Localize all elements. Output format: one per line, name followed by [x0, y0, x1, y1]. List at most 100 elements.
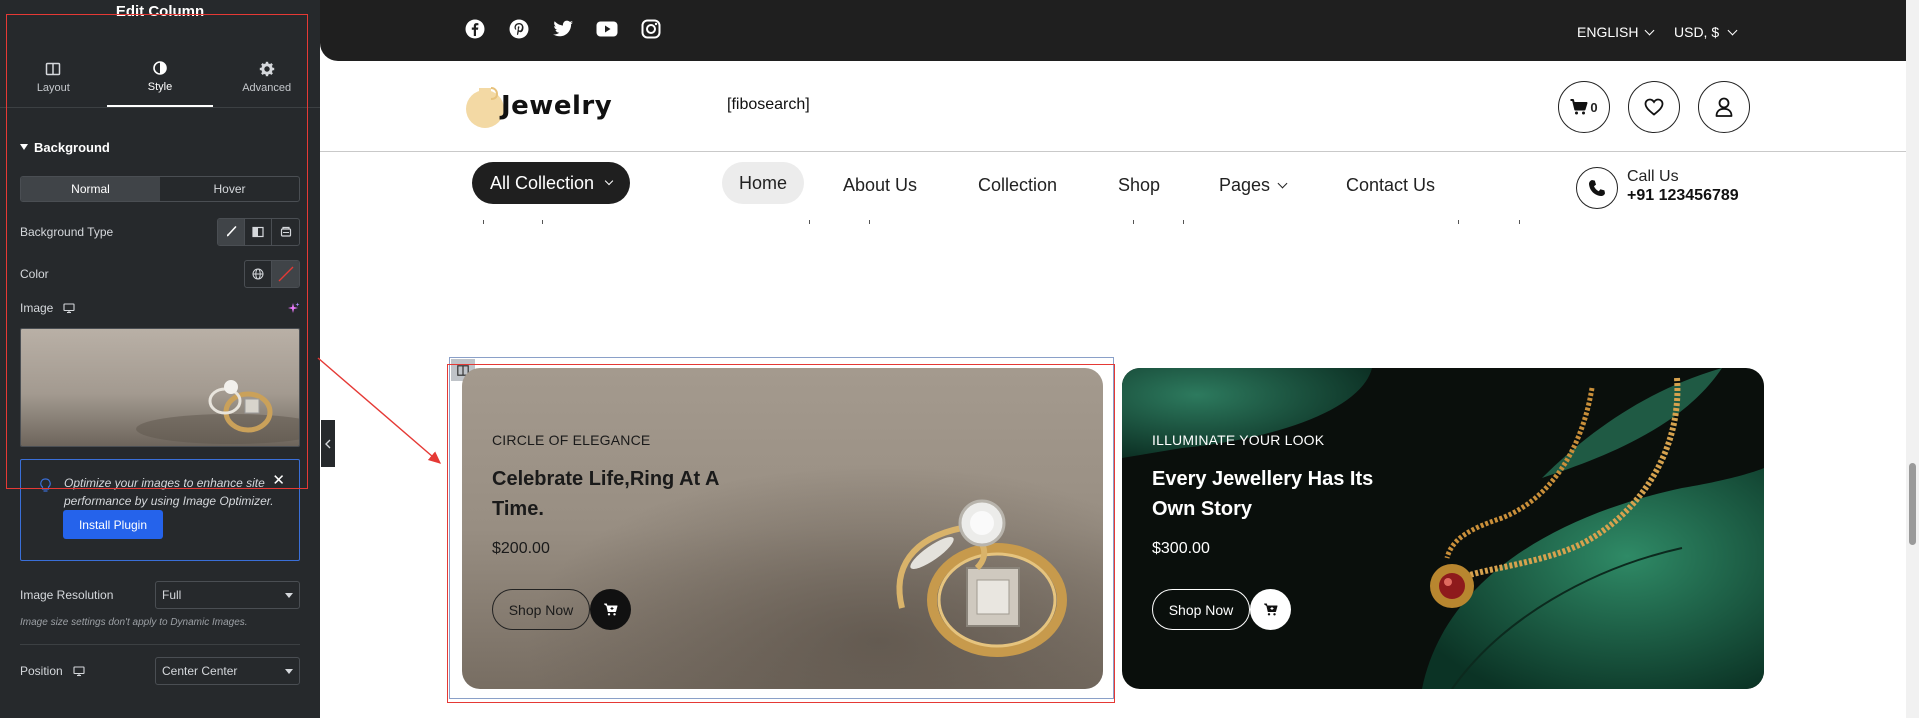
site-topbar: ENGLISH USD, $ — [320, 0, 1906, 61]
color-controls — [244, 260, 300, 288]
image-resolution-select[interactable]: Full — [155, 581, 300, 609]
heart-icon — [1644, 98, 1664, 116]
image-resolution-value: Full — [162, 588, 182, 602]
globe-icon[interactable] — [245, 261, 272, 287]
nav-link-about-us[interactable]: About Us — [843, 166, 917, 204]
banner-price: $200.00 — [492, 540, 550, 557]
normal-state-button[interactable]: Normal — [21, 177, 160, 201]
position-label: Position — [20, 664, 63, 678]
banner-price: $300.00 — [1152, 540, 1210, 557]
resolution-note: Image size settings don't apply to Dynam… — [20, 617, 248, 628]
background-type-options — [217, 218, 300, 246]
site-logo[interactable]: Jewelry — [465, 82, 612, 130]
state-toggle: Normal Hover — [20, 176, 300, 202]
nav-link-home[interactable]: Home — [722, 162, 804, 204]
instagram-icon[interactable] — [640, 18, 662, 40]
twitter-icon[interactable] — [552, 18, 574, 40]
chevron-down-icon — [1645, 25, 1655, 35]
panel-title: Edit Column — [115, 2, 205, 20]
nav-link-pages-label: Pages — [1219, 174, 1271, 195]
position-select[interactable]: Center Center — [155, 657, 300, 685]
banner-kicker: CIRCLE OF ELEGANCE — [492, 432, 651, 448]
phone-icon[interactable] — [1576, 167, 1618, 209]
call-us-number[interactable]: +91 123456789 — [1627, 187, 1739, 205]
tick-mark — [542, 220, 543, 224]
cart-button[interactable]: 0 — [1558, 81, 1610, 133]
style-icon — [152, 60, 168, 76]
background-type-label: Background Type — [20, 225, 114, 239]
call-us-label: Call Us — [1627, 168, 1679, 185]
scroll-thumb[interactable] — [1909, 463, 1916, 545]
all-collection-label: All Collection — [489, 172, 595, 193]
tab-layout-label: Layout — [36, 82, 70, 94]
banner-necklace: ILLUMINATE YOUR LOOK Every Jewellery Has… — [1122, 368, 1764, 689]
tab-advanced[interactable]: Advanced — [213, 48, 320, 107]
caret-down-icon — [20, 144, 28, 150]
image-resolution-label: Image Resolution — [20, 588, 114, 602]
cart-count: 0 — [1590, 99, 1598, 115]
slideshow-icon[interactable] — [272, 219, 299, 245]
screen: Edit Column Layout Style Advanced Backgr… — [0, 0, 1919, 718]
tick-mark — [869, 220, 870, 224]
chevron-down-icon — [604, 176, 614, 186]
logo-text: Jewelry — [501, 91, 613, 121]
color-label: Color — [20, 267, 49, 281]
gradient-icon[interactable] — [245, 219, 272, 245]
tick-mark — [1183, 220, 1184, 224]
banner-kicker: ILLUMINATE YOUR LOOK — [1152, 432, 1325, 448]
pinterest-icon[interactable] — [508, 18, 530, 40]
lightbulb-icon — [39, 478, 52, 493]
banner-title: Celebrate Life,Ring At A Time. — [492, 468, 719, 520]
collapse-panel-handle[interactable] — [321, 420, 335, 467]
install-plugin-button[interactable]: Install Plugin — [63, 510, 163, 539]
image-preview[interactable] — [20, 328, 300, 447]
panel-header: Edit Column — [0, 0, 320, 48]
optimizer-notice: Optimize your images to enhance site per… — [20, 459, 300, 561]
tab-advanced-label: Advanced — [242, 82, 292, 94]
nav-ticks — [320, 220, 1906, 226]
search-shortcode[interactable]: [fibosearch] — [727, 96, 810, 114]
nav-link-pages[interactable]: Pages — [1219, 166, 1288, 204]
youtube-icon[interactable] — [596, 18, 618, 40]
site-header: Jewelry [fibosearch] 0 — [320, 61, 1906, 152]
color-swatch[interactable] — [272, 261, 299, 287]
add-to-cart-button[interactable] — [1250, 589, 1291, 630]
image-row: Image — [0, 296, 320, 320]
desktop-icon[interactable] — [63, 302, 75, 314]
notice-text: Optimize your images to enhance site per… — [64, 476, 274, 508]
page-scrollbar[interactable] — [1906, 0, 1919, 718]
ai-sparkle-icon[interactable] — [287, 302, 300, 315]
close-icon[interactable]: ✕ — [272, 472, 285, 490]
background-section-toggle[interactable]: Background — [0, 126, 320, 168]
language-selector[interactable]: ENGLISH — [1577, 24, 1655, 40]
shop-now-button[interactable]: Shop Now — [1152, 589, 1250, 630]
tick-mark — [1519, 220, 1520, 224]
nav-link-contact-us[interactable]: Contact Us — [1346, 166, 1435, 204]
tab-style[interactable]: Style — [106, 48, 214, 107]
nav-link-shop[interactable]: Shop — [1118, 166, 1160, 204]
tick-mark — [1458, 220, 1459, 224]
chevron-down-icon — [285, 668, 293, 674]
background-section-title: Background — [34, 139, 110, 155]
chevron-down-icon — [1727, 25, 1738, 35]
currency-selector[interactable]: USD, $ — [1674, 24, 1738, 40]
add-to-cart-button[interactable] — [590, 589, 631, 630]
shop-now-button[interactable]: Shop Now — [492, 589, 590, 630]
brush-icon[interactable] — [218, 219, 245, 245]
all-collection-button[interactable]: All Collection — [472, 162, 630, 204]
social-links — [464, 18, 662, 40]
wishlist-button[interactable] — [1628, 81, 1680, 133]
hover-state-button[interactable]: Hover — [160, 177, 299, 201]
image-label: Image — [20, 301, 54, 315]
position-row: Position Center Center — [0, 657, 320, 685]
user-icon — [1715, 97, 1733, 117]
banner-title: Every Jewellery Has Its Own Story — [1152, 468, 1374, 520]
facebook-icon[interactable] — [464, 18, 486, 40]
nav-link-collection[interactable]: Collection — [978, 166, 1057, 204]
tab-layout[interactable]: Layout — [0, 48, 107, 107]
currency-value: USD, $ — [1674, 24, 1720, 40]
account-button[interactable] — [1698, 81, 1750, 133]
image-resolution-row: Image Resolution Full — [0, 581, 320, 609]
desktop-icon[interactable] — [73, 665, 85, 677]
banner-rings: CIRCLE OF ELEGANCE Celebrate Life,Ring A… — [462, 368, 1103, 689]
